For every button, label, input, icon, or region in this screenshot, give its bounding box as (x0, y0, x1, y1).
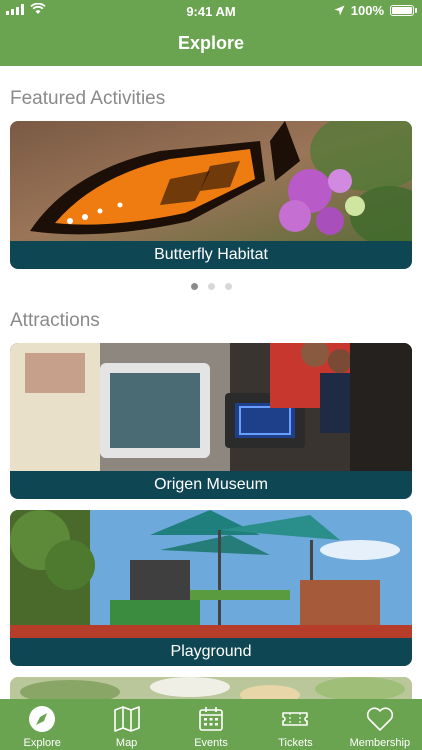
calendar-icon (199, 707, 223, 731)
tab-map[interactable]: Map (84, 699, 168, 750)
tab-label: Explore (23, 737, 61, 749)
tab-membership[interactable]: Membership (338, 699, 422, 750)
map-icon (113, 706, 140, 732)
playground-image (10, 510, 412, 638)
heart-icon (366, 707, 393, 731)
tab-explore[interactable]: Explore (0, 699, 84, 750)
tab-label: Map (115, 737, 138, 749)
featured-card-butterfly-habitat[interactable]: Butterfly Habitat (10, 121, 412, 269)
battery-percent: 100% (350, 3, 384, 18)
tab-events[interactable]: Events (169, 699, 253, 750)
tab-label: Events (194, 737, 228, 749)
ticket-icon (282, 712, 309, 726)
featured-section-title: Featured Activities (10, 88, 166, 109)
tab-bar: Explore Map Events Tickets Membership (0, 699, 422, 750)
compass-icon (29, 706, 56, 732)
tab-tickets[interactable]: Tickets (253, 699, 337, 750)
tab-label: Tickets (278, 737, 313, 749)
attraction-card-caption: Origen Museum (10, 471, 412, 499)
origen-museum-image (10, 343, 412, 471)
location-arrow-icon (334, 5, 345, 16)
tab-label: Membership (349, 737, 411, 749)
attraction-card-caption: Playground (10, 638, 412, 666)
pager-dot[interactable] (190, 283, 198, 290)
carousel-pager[interactable] (0, 283, 422, 290)
attraction-card-playground[interactable]: Playground (10, 510, 412, 666)
page-title: Explore (177, 33, 245, 53)
battery-icon (390, 5, 417, 16)
attractions-section-title: Attractions (10, 310, 100, 331)
status-bar: 9:41 AM 100% (0, 0, 422, 22)
pager-dot[interactable] (207, 283, 215, 290)
app-header: 9:41 AM 100% Explore (0, 0, 422, 66)
attraction-card-origen-museum[interactable]: Origen Museum (10, 343, 412, 499)
pager-dot[interactable] (224, 283, 232, 290)
featured-card-caption: Butterfly Habitat (10, 241, 412, 269)
butterfly-habitat-image (10, 121, 412, 241)
